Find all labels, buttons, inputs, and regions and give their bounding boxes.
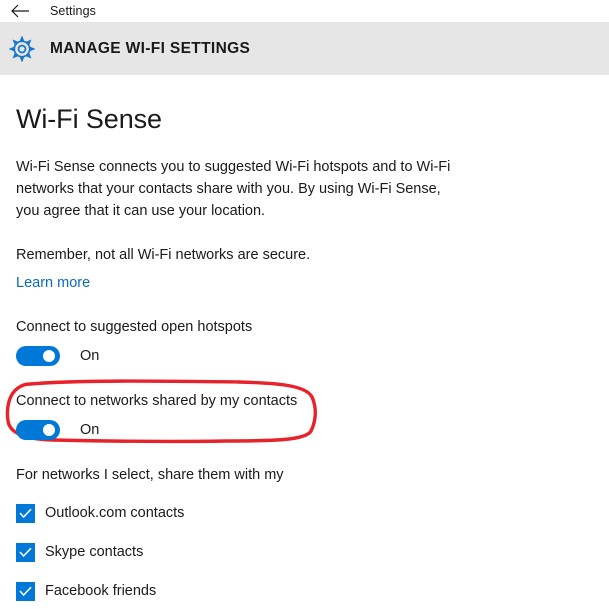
checkbox-row-outlook[interactable]: Outlook.com contacts <box>16 503 609 523</box>
description-paragraph-1: Wi-Fi Sense connects you to suggested Wi… <box>16 158 451 219</box>
toggle-knob <box>43 423 55 436</box>
toggle-knob <box>43 349 55 362</box>
toggle-open-hotspots[interactable] <box>16 345 60 366</box>
back-arrow-icon[interactable] <box>0 0 40 22</box>
setting-shared-networks-row: On <box>16 419 609 440</box>
titlebar-title: Settings <box>50 3 96 18</box>
header-row: MANAGE WI-FI SETTINGS <box>0 22 609 75</box>
gear-icon <box>2 35 42 62</box>
learn-more-link[interactable]: Learn more <box>16 275 90 291</box>
toggle-open-hotspots-state: On <box>80 347 100 364</box>
setting-open-hotspots-row: On <box>16 345 609 366</box>
setting-open-hotspots-label: Connect to suggested open hotspots <box>16 318 253 335</box>
toggle-shared-networks[interactable] <box>16 419 60 440</box>
titlebar: Settings <box>0 0 609 22</box>
checkbox-skype-label: Skype contacts <box>45 544 144 561</box>
share-section-label: For networks I select, share them with m… <box>16 466 284 483</box>
checkbox-row-facebook[interactable]: Facebook friends <box>16 581 609 601</box>
header-title: MANAGE WI-FI SETTINGS <box>50 39 251 57</box>
checkbox-row-skype[interactable]: Skype contacts <box>16 542 609 562</box>
description-paragraph-2: Remember, not all Wi-Fi networks are sec… <box>16 246 311 263</box>
checkbox-facebook[interactable] <box>16 581 35 601</box>
setting-shared-networks-label: Connect to networks shared by my contact… <box>16 392 298 409</box>
settings-content: Wi-Fi Sense Wi-Fi Sense connects you to … <box>0 75 609 601</box>
checkbox-facebook-label: Facebook friends <box>45 583 157 600</box>
toggle-shared-networks-state: On <box>80 421 100 438</box>
checkbox-skype[interactable] <box>16 542 35 562</box>
setting-shared-networks: Connect to networks shared by my contact… <box>0 379 609 443</box>
checkbox-outlook[interactable] <box>16 503 35 523</box>
checkbox-outlook-label: Outlook.com contacts <box>45 505 185 522</box>
page-title: Wi-Fi Sense <box>16 104 162 134</box>
setting-open-hotspots: Connect to suggested open hotspots On <box>0 319 609 366</box>
